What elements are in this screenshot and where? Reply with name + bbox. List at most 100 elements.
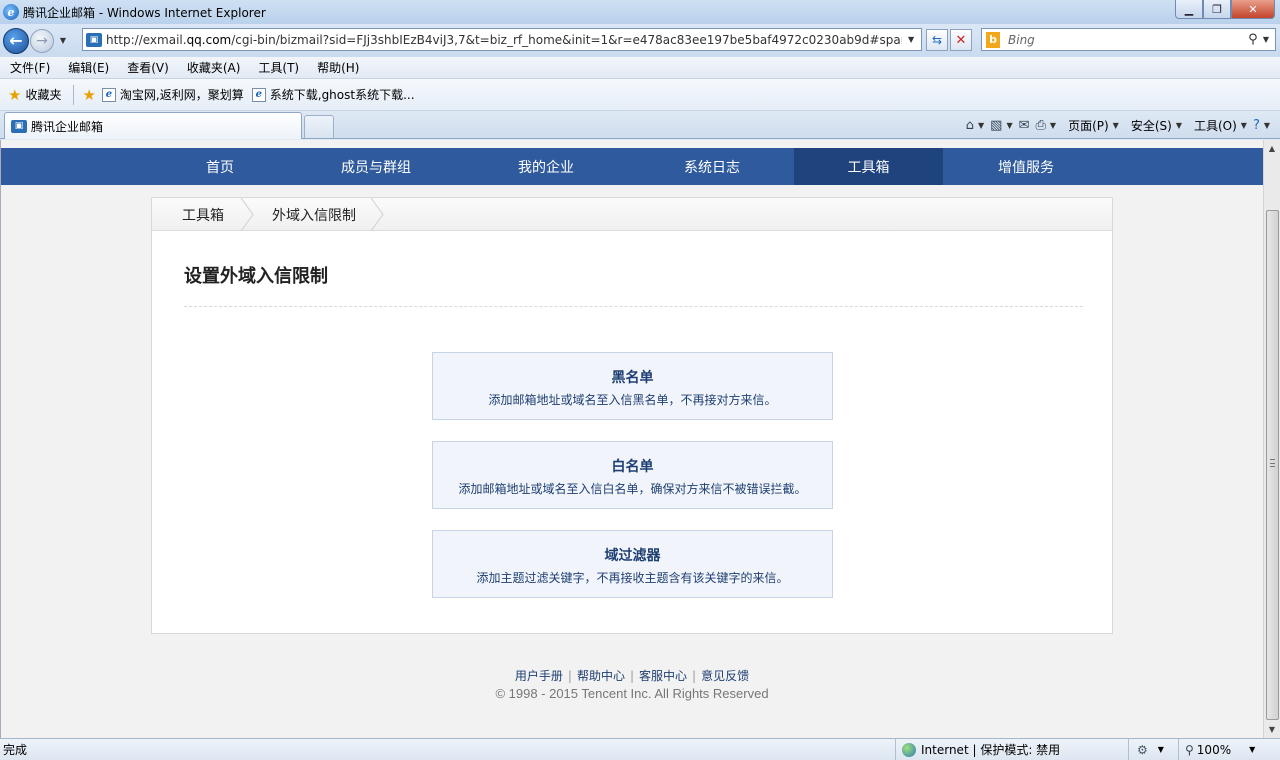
minimize-button[interactable]: ▁ [1175,0,1203,19]
address-dropdown-icon[interactable]: ▼ [908,35,914,44]
menu-file[interactable]: 文件(F) [2,59,58,76]
blacklist-option[interactable]: 黑名单 添加邮箱地址或域名至入信黑名单，不再接对方来信。 [432,352,833,420]
ie-page-icon: e [101,87,116,102]
favorites-star-icon[interactable]: ★ [8,86,21,104]
nav-home[interactable]: 首页 [146,148,294,185]
help-icon[interactable]: ? [1253,118,1260,133]
status-bar: 完成 Internet | 保护模式: 禁用 ⚙ ▼ ⚲ 100% ▼ [0,738,1280,760]
whitelist-option[interactable]: 白名单 添加邮箱地址或域名至入信白名单，确保对方来信不被错误拦截。 [432,441,833,509]
footer-links: 用户手册 | 帮助中心 | 客服中心 | 意见反馈 [1,667,1263,684]
bing-logo-icon: b [986,31,1000,48]
scroll-up-arrow-icon[interactable]: ▲ [1264,140,1280,157]
globe-icon [902,742,916,757]
tools-dropdown-icon[interactable]: ▼ [1241,121,1247,130]
zoom-dropdown-icon[interactable]: ▼ [1249,745,1255,754]
safety-menu[interactable]: 安全(S) [1131,117,1172,134]
history-dropdown-icon[interactable]: ▼ [56,36,70,45]
home-icon[interactable]: ⌂ [966,118,974,133]
option-title: 黑名单 [611,370,654,386]
content-panel: 工具箱 外域入信限制 设置外域入信限制 黑名单 添加邮箱地址或域名至入信黑名单，… [151,197,1113,634]
zoom-control[interactable]: ⚲ 100% ▼ [1178,739,1255,760]
site-navigation: 首页 成员与群组 我的企业 系统日志 工具箱 增值服务 [1,148,1263,185]
menu-edit[interactable]: 编辑(E) [60,59,117,76]
site-favicon-icon: ▣ [86,32,102,47]
menu-favorites[interactable]: 收藏夹(A) [179,59,249,76]
favorites-button[interactable]: 收藏夹 [25,86,61,103]
search-dropdown-icon[interactable]: ▼ [1263,35,1269,44]
tab-tencent-mail[interactable]: ▣ 腾讯企业邮箱 [4,112,302,139]
nav-my-enterprise[interactable]: 我的企业 [471,148,621,185]
search-input[interactable]: Bing [1008,33,1243,47]
favorites-bar: ★ 收藏夹 ★ e 淘宝网,返利网，聚划算 e 系统下载,ghost系统下载..… [0,79,1280,111]
feeds-dropdown-icon[interactable]: ▼ [1006,121,1012,130]
favorite-link-taobao[interactable]: 淘宝网,返利网，聚划算 [120,86,244,103]
option-description: 添加邮箱地址或域名至入信白名单，确保对方来信不被错误拦截。 [458,482,807,496]
address-toolbar: ← → ▼ ▣ http://exmail.qq.com/cgi-bin/biz… [0,24,1280,57]
search-icon[interactable]: ⚲ [1243,32,1263,47]
status-tools-dropdown-icon[interactable]: ▼ [1158,745,1164,754]
nav-system-log[interactable]: 系统日志 [637,148,787,185]
nav-toolbox[interactable]: 工具箱 [794,148,943,185]
menu-tools[interactable]: 工具(T) [250,59,307,76]
close-button[interactable]: ✕ [1231,0,1275,19]
feeds-icon[interactable]: ▧ [990,118,1002,133]
mail-icon[interactable]: ✉ [1019,118,1030,133]
ie-page-icon: e [251,87,266,102]
scroll-thumb[interactable] [1266,210,1279,720]
copyright: © 1998 - 2015 Tencent Inc. All Rights Re… [495,686,769,701]
title-divider [184,306,1083,307]
new-tab-button[interactable] [304,115,334,138]
add-favorite-icon[interactable]: ★ [82,86,95,104]
stop-button[interactable]: ✕ [950,29,972,51]
footer-separator: | [692,669,697,683]
print-icon[interactable]: ⎙ [1036,118,1046,133]
help-dropdown-icon[interactable]: ▼ [1264,121,1270,130]
popup-blocker-icon[interactable]: ⚙ [1137,743,1148,757]
url-input[interactable]: http://exmail.qq.com/cgi-bin/bizmail?sid… [106,33,902,47]
status-tools[interactable]: ⚙ ▼ [1128,739,1164,760]
security-zone-label: Internet | 保护模式: 禁用 [921,743,1061,757]
breadcrumb: 工具箱 外域入信限制 [152,198,1112,231]
menu-view[interactable]: 查看(V) [119,59,177,76]
nav-value-added-services[interactable]: 增值服务 [951,148,1101,185]
home-dropdown-icon[interactable]: ▼ [978,121,984,130]
address-bar[interactable]: ▣ http://exmail.qq.com/cgi-bin/bizmail?s… [82,28,922,51]
vertical-scrollbar[interactable]: ▲ ▼ [1263,140,1280,738]
page-title: 设置外域入信限制 [184,266,328,287]
scroll-down-arrow-icon[interactable]: ▼ [1264,721,1280,738]
page-viewport: 首页 成员与群组 我的企业 系统日志 工具箱 增值服务 工具箱 外域入信限制 设… [0,140,1263,738]
option-description: 添加主题过滤关键字，不再接收主题含有该关键字的来信。 [476,571,789,585]
window-title-bar: e 腾讯企业邮箱 - Windows Internet Explorer ▁ ❐… [0,0,1280,24]
footer-link-user-manual[interactable]: 用户手册 [515,669,563,683]
breadcrumb-separator [370,198,384,231]
page-dropdown-icon[interactable]: ▼ [1113,121,1119,130]
security-zone[interactable]: Internet | 保护模式: 禁用 [895,739,1060,760]
tab-bar: ▣ 腾讯企业邮箱 ⌂ ▼ ▧ ▼ ✉ ⎙ ▼ 页面(P) ▼ 安全(S) ▼ 工… [0,111,1280,139]
page-menu[interactable]: 页面(P) [1068,117,1109,134]
footer-link-help-center[interactable]: 帮助中心 [577,669,625,683]
footer-link-customer-service[interactable]: 客服中心 [639,669,687,683]
favorites-divider [73,84,75,105]
zoom-icon: ⚲ [1185,742,1194,757]
nav-members-groups[interactable]: 成员与群组 [301,148,451,185]
maximize-button[interactable]: ❐ [1203,0,1231,19]
forward-button[interactable]: → [30,28,54,53]
ie-logo-icon: e [3,4,19,20]
window-title: 腾讯企业邮箱 - Windows Internet Explorer [23,5,266,20]
print-dropdown-icon[interactable]: ▼ [1050,121,1056,130]
back-button[interactable]: ← [3,27,29,54]
menu-help[interactable]: 帮助(H) [309,59,367,76]
breadcrumb-current: 外域入信限制 [272,207,356,224]
favorite-link-ghost[interactable]: 系统下载,ghost系统下载... [270,86,415,103]
domain-filter-option[interactable]: 域过滤器 添加主题过滤关键字，不再接收主题含有该关键字的来信。 [432,530,833,598]
compatibility-view-button[interactable]: ⇆ [926,29,948,51]
footer-link-feedback[interactable]: 意见反馈 [701,669,749,683]
breadcrumb-toolbox[interactable]: 工具箱 [182,198,224,231]
tools-menu[interactable]: 工具(O) [1194,117,1237,134]
safety-dropdown-icon[interactable]: ▼ [1176,121,1182,130]
breadcrumb-separator [240,198,254,231]
window-controls: ▁ ❐ ✕ [1175,0,1275,19]
option-description: 添加邮箱地址或域名至入信黑名单，不再接对方来信。 [488,393,777,407]
scroll-grip-icon [1270,459,1275,467]
search-box[interactable]: b Bing ⚲ ▼ [981,28,1276,51]
